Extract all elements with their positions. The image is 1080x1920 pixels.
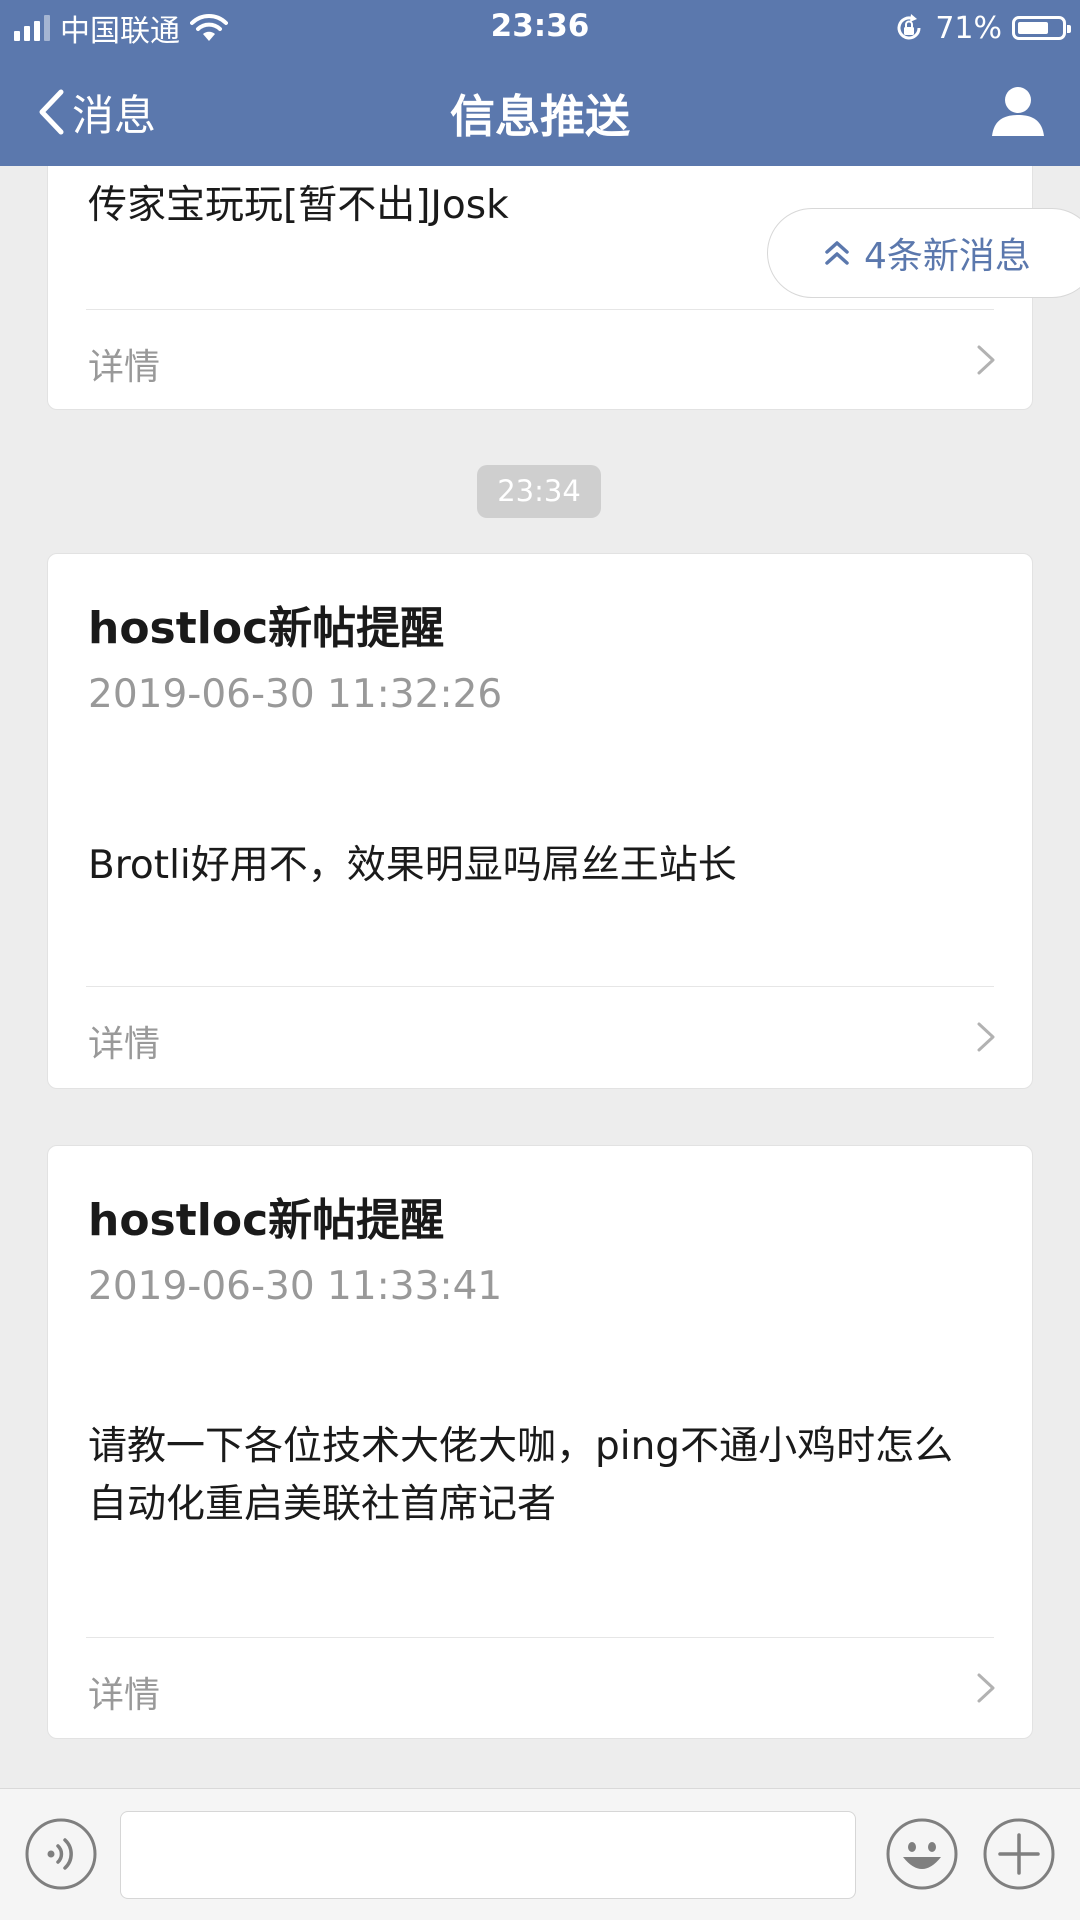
chevron-right-icon (977, 1022, 995, 1052)
page-title: 信息推送 (449, 90, 630, 143)
battery-icon (1012, 16, 1071, 40)
details-link[interactable]: 详情 (48, 987, 1032, 1087)
message-card: hostloc新帖提醒 2019-06-30 11:32:26 Brotli好用… (47, 553, 1033, 1089)
card-date: 2019-06-30 11:33:41 (88, 1264, 503, 1309)
new-messages-button[interactable]: 4条新消息 (767, 208, 1080, 298)
details-link[interactable]: 详情 (48, 310, 1032, 410)
chevron-right-icon (977, 345, 995, 375)
card-title: hostloc新帖提醒 (88, 603, 445, 654)
emoji-icon[interactable] (885, 1817, 959, 1891)
card-body: Brotli好用不，效果明显吗屌丝王站长 (88, 843, 737, 888)
status-right: 71% (893, 10, 1071, 46)
timestamp-pill: 23:34 (477, 465, 601, 518)
battery-fill (1018, 22, 1048, 34)
details-link[interactable]: 详情 (48, 1638, 1032, 1738)
profile-icon[interactable] (988, 80, 1048, 140)
top-bar: 中国联通 23:36 71% 消息 信息推送 (0, 0, 1080, 166)
details-label: 详情 (88, 347, 161, 388)
details-label: 详情 (88, 1675, 161, 1716)
message-card: hostloc新帖提醒 2019-06-30 11:33:41 请教一下各位技术… (47, 1145, 1033, 1739)
details-label: 详情 (88, 1024, 161, 1065)
battery-percent: 71% (935, 10, 1002, 46)
new-messages-label: 4条新消息 (864, 236, 1031, 277)
card-date: 2019-06-30 11:32:26 (88, 672, 503, 717)
message-feed[interactable]: 传家宝玩玩[暂不出]Josk 详情 23:34 hostloc新帖提醒 2019… (0, 166, 1080, 1788)
plus-icon[interactable] (982, 1817, 1056, 1891)
double-chevron-up-icon (825, 241, 849, 265)
card-body: 请教一下各位技术大佬大咖，ping不通小鸡时怎么自动化重启美联社首席记者 (88, 1424, 954, 1527)
message-input[interactable] (120, 1811, 856, 1899)
input-bar (0, 1788, 1080, 1920)
chevron-right-icon (977, 1673, 995, 1703)
rotation-lock-icon (897, 14, 921, 40)
card-title: hostloc新帖提醒 (88, 1195, 445, 1246)
voice-icon[interactable] (24, 1817, 98, 1891)
